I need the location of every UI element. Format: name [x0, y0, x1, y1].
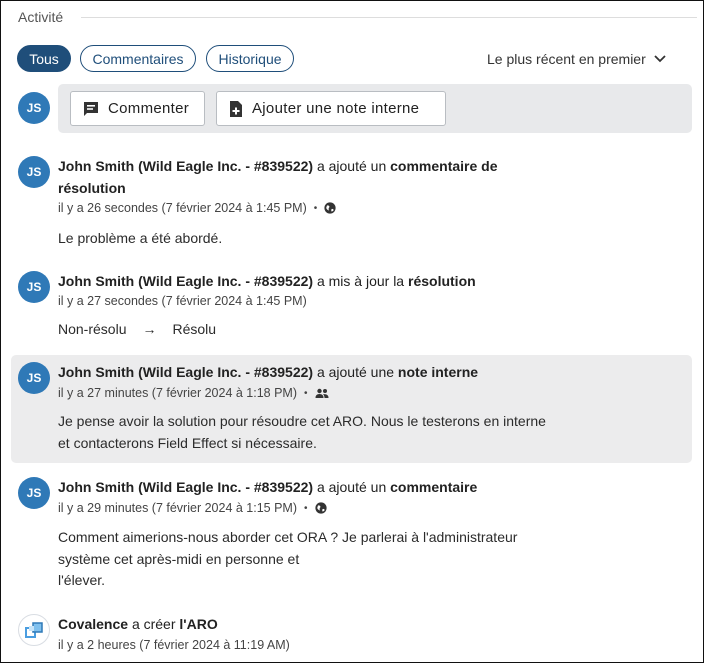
composer-bar: Commenter Ajouter une note interne — [58, 84, 692, 133]
separator-dot: • — [304, 502, 308, 514]
activity-meta: il y a 27 minutes (7 février 2024 à 1:18… — [58, 386, 329, 400]
add-internal-note-label: Ajouter une note interne — [252, 100, 420, 117]
sort-label: Le plus récent en premier — [487, 51, 646, 67]
activity-headline: John Smith (Wild Eagle Inc. - #839522) a… — [58, 476, 477, 498]
header-divider — [81, 17, 697, 18]
body-line: Comment aimerions-nous aborder cet ORA ?… — [58, 529, 518, 545]
body-line: système cet après-midi en personne et — [58, 550, 300, 567]
action-target: résolution — [408, 273, 476, 289]
actor-name: Covalence — [58, 616, 129, 632]
section-title: Activité — [18, 9, 74, 25]
actor-name[interactable]: John Smith (Wild Eagle Inc. - #839522) — [58, 158, 313, 174]
action-text: a ajouté un — [316, 479, 387, 495]
activity-item: Covalence a créer l'ARO il y a 2 heures … — [11, 611, 692, 657]
people-icon — [315, 388, 329, 398]
actor-name[interactable]: John Smith (Wild Eagle Inc. - #839522) — [58, 479, 313, 495]
timestamp: il y a 2 heures (7 février 2024 à 11:19 … — [58, 638, 290, 652]
action-target: note interne — [397, 364, 479, 380]
activity-meta: il y a 26 secondes (7 février 2024 à 1:4… — [58, 201, 336, 215]
sort-dropdown[interactable]: Le plus récent en premier — [487, 51, 666, 67]
avatar: JS — [18, 477, 50, 509]
activity-body: Je pense avoir la solution pour résoudre… — [58, 411, 546, 454]
note-add-icon — [230, 100, 242, 117]
covalence-logo-graphic — [25, 622, 43, 638]
activity-item: JS John Smith (Wild Eagle Inc. - #839522… — [11, 151, 692, 251]
activity-headline: John Smith (Wild Eagle Inc. - #839522) a… — [58, 361, 478, 383]
filter-history-tab[interactable]: Historique — [206, 45, 294, 72]
globe-icon — [324, 202, 336, 214]
activity-body: Comment aimerions-nous aborder cet ORA ?… — [58, 527, 517, 592]
comment-button-label: Commenter — [108, 100, 190, 117]
activity-item: JS John Smith (Wild Eagle Inc. - #839522… — [11, 475, 692, 595]
activity-headline: John Smith (Wild Eagle Inc. - #839522) a… — [58, 155, 498, 199]
globe-icon — [314, 502, 327, 514]
action-text: a mis à jour la — [316, 273, 405, 289]
filter-comments-tab[interactable]: Commentaires — [80, 45, 196, 72]
timestamp: il y a 26 secondes (7 février 2024 à 1:4… — [58, 201, 307, 215]
activity-meta: il y a 27 secondes (7 février 2024 à 1:4… — [58, 294, 307, 308]
activity-body: Le problème a été abordé. — [58, 230, 223, 246]
body-line: Je pense avoir la solution pour résoudre… — [58, 413, 546, 429]
action-target-cont: résolution — [58, 180, 126, 196]
status-to: Résolu — [172, 321, 217, 337]
action-text: a ajouté une — [316, 364, 395, 380]
covalence-logo-icon — [18, 614, 50, 646]
body-line: l'élever. — [58, 572, 106, 588]
activity-headline: Covalence a créer l'ARO — [58, 613, 218, 635]
body-line: et contacterons Field Effect si nécessai… — [58, 434, 317, 451]
separator-dot: • — [313, 202, 318, 214]
activity-item-internal-note: JS John Smith (Wild Eagle Inc. - #839522… — [11, 355, 692, 463]
composer-avatar: JS — [18, 92, 50, 124]
status-from: Non-résolu — [58, 321, 127, 337]
status-change: Non-résolu → Résolu — [58, 319, 216, 341]
avatar: JS — [18, 362, 50, 394]
timestamp: il y a 29 minutes (7 février 2024 à 1:15… — [58, 501, 298, 515]
timestamp: il y a 27 minutes (7 février 2024 à 1:18… — [58, 386, 298, 400]
avatar: JS — [18, 156, 50, 188]
actor-name[interactable]: John Smith (Wild Eagle Inc. - #839522) — [58, 364, 313, 380]
avatar: JS — [18, 271, 50, 303]
action-text: a créer — [131, 616, 176, 632]
filter-all-tab[interactable]: Tous — [17, 45, 71, 72]
action-target: l'ARO — [179, 616, 218, 632]
add-internal-note-button[interactable]: Ajouter une note interne — [216, 91, 446, 126]
action-target: commentaire — [390, 479, 478, 495]
action-target: commentaire de — [390, 158, 498, 174]
activity-meta: il y a 2 heures (7 février 2024 à 11:19 … — [58, 638, 290, 652]
separator-dot: • — [304, 387, 308, 399]
action-text: a ajouté un — [316, 158, 387, 174]
actor-name[interactable]: John Smith (Wild Eagle Inc. - #839522) — [58, 273, 313, 289]
comment-icon — [84, 101, 98, 116]
activity-meta: il y a 29 minutes (7 février 2024 à 1:15… — [58, 501, 327, 515]
activity-item: JS John Smith (Wild Eagle Inc. - #839522… — [11, 269, 692, 339]
timestamp: il y a 27 secondes (7 février 2024 à 1:4… — [58, 294, 307, 308]
comment-button[interactable]: Commenter — [70, 91, 205, 126]
activity-panel: Activité Tous Commentaires Historique Le… — [0, 0, 704, 663]
chevron-down-icon — [654, 55, 666, 63]
activity-headline: John Smith (Wild Eagle Inc. - #839522) a… — [58, 270, 476, 292]
arrow-right-icon: → — [142, 321, 157, 337]
